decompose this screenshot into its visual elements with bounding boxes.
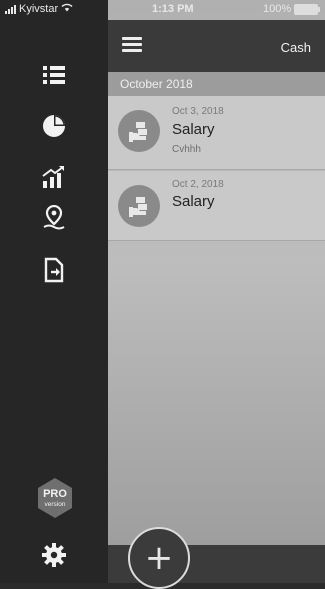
transaction-title: Salary: [172, 121, 215, 138]
transactions-panel: Cash October 2018 Oct 3, 2018 Salary Cvh…: [108, 0, 325, 583]
map-pin-icon[interactable]: [41, 205, 67, 231]
transaction-row[interactable]: Oct 3, 2018 Salary Cvhhh: [108, 96, 325, 170]
transaction-title: Salary: [172, 193, 215, 210]
battery-icon: [294, 3, 321, 15]
wifi-icon: [61, 3, 73, 15]
add-transaction-button[interactable]: +: [128, 527, 190, 589]
export-document-icon[interactable]: [41, 257, 67, 283]
pie-chart-icon[interactable]: [41, 113, 67, 139]
clock: 1:13 PM: [152, 3, 194, 15]
month-group-header: October 2018: [108, 72, 325, 96]
account-title[interactable]: Cash: [281, 40, 311, 55]
carrier-name: Kyivstar: [19, 3, 59, 15]
transaction-date: Oct 3, 2018: [172, 106, 224, 117]
battery-status: 100%: [263, 3, 321, 15]
pro-badge-line2: version: [45, 501, 66, 508]
pro-version-badge[interactable]: PRO version: [34, 477, 76, 519]
transaction-note: Cvhhh: [172, 144, 201, 155]
sidebar-rail: PRO version: [0, 0, 108, 583]
transaction-row[interactable]: Oct 2, 2018 Salary: [108, 171, 325, 241]
list-icon[interactable]: [41, 62, 67, 88]
signal-icon: [5, 4, 16, 14]
transaction-date: Oct 2, 2018: [172, 179, 224, 190]
gear-icon[interactable]: [42, 543, 66, 567]
pro-badge-line1: PRO: [43, 488, 67, 500]
money-hand-icon: [118, 185, 160, 227]
plus-icon: +: [144, 538, 174, 578]
menu-icon[interactable]: [122, 37, 142, 53]
header-bar: Cash: [108, 20, 325, 72]
battery-percent: 100%: [263, 3, 292, 15]
money-hand-icon: [118, 110, 160, 152]
carrier-info: Kyivstar: [5, 3, 73, 15]
trend-chart-icon[interactable]: [41, 164, 67, 190]
status-bar: Kyivstar 1:13 PM 100%: [0, 0, 325, 20]
